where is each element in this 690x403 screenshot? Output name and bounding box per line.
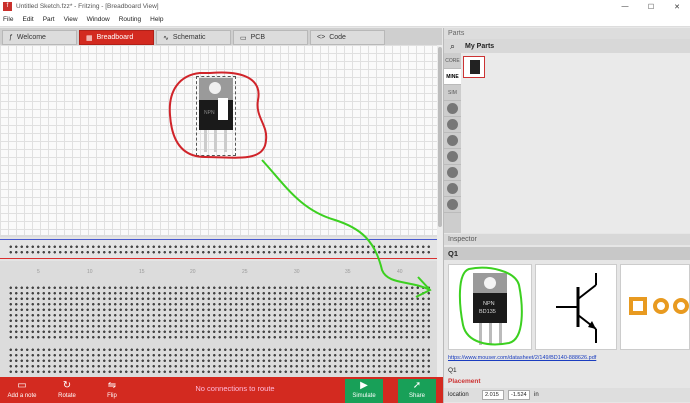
inspector-title-value: Q1 (448, 367, 457, 374)
share-icon: ➚ (412, 380, 422, 391)
more-bins-icon (447, 199, 458, 210)
snootlab-icon (447, 167, 458, 178)
add-note-button[interactable]: ▭ Add a note (0, 379, 44, 403)
breadboard-canvas[interactable]: NPN 5 10 15 20 25 30 35 40 (0, 45, 437, 377)
schematic-icon: ∿ (163, 34, 169, 42)
sparkfun-icon (447, 151, 458, 162)
location-y-input[interactable]: -1.524 (508, 390, 530, 400)
location-x-input[interactable]: 2.015 (482, 390, 504, 400)
preview-text-top: NPN (483, 301, 495, 307)
title-bar: f Untitled Sketch.fzz* - Fritzing - [Bre… (0, 0, 690, 13)
tab-label: PCB (250, 34, 266, 41)
tab-welcome[interactable]: ƒ Welcome (2, 30, 77, 45)
bin-mine[interactable]: MINE (444, 69, 461, 85)
parts-bin-tabs: CORE MINE SIM (444, 53, 461, 233)
play-icon: ▶ (360, 380, 368, 391)
adafruit-icon (447, 183, 458, 194)
power-rail-top (0, 237, 437, 261)
bottom-toolbar: ▭ Add a note ↻ Rotate ⇋ Flip No connections… (0, 377, 443, 403)
parts-bin-area (461, 53, 690, 233)
view-tab-bar: ƒ Welcome ▦ Breadboard ∿ Schematic ▭ PCB <> C… (0, 28, 442, 45)
bin-seeed[interactable] (444, 133, 461, 149)
parts-panel-header: Parts (444, 28, 690, 39)
rotate-button[interactable]: ↻ Rotate (45, 379, 89, 403)
transistor-part[interactable]: NPN (196, 76, 236, 156)
bin-snootlab[interactable] (444, 165, 461, 181)
breadboard-icon: ▦ (86, 34, 93, 42)
contrib-icon (447, 119, 458, 130)
close-button[interactable]: ✕ (664, 0, 690, 13)
tab-breadboard[interactable]: ▦ Breadboard (79, 30, 154, 45)
tab-label: Schematic (172, 34, 206, 41)
datasheet-link[interactable]: https://www.mouser.com/datasheet/2/149/B… (448, 355, 596, 361)
code-icon: <> (317, 34, 326, 41)
tab-label: Code (329, 34, 346, 41)
simulate-button[interactable]: ▶ Simulate (345, 379, 383, 403)
transistor-breadboard-image (458, 266, 523, 346)
bin-sim[interactable]: SIM (444, 85, 461, 101)
menu-edit[interactable]: Edit (22, 16, 33, 23)
routing-status-message: No connections to route (195, 384, 275, 393)
inspector-part-name: Q1 (444, 247, 690, 260)
welcome-icon: ƒ (9, 34, 13, 41)
inspector-header: Inspector (444, 234, 690, 245)
schematic-preview (535, 264, 617, 350)
bin-adafruit[interactable] (444, 181, 461, 197)
part-label: NPN (204, 110, 215, 116)
bin-sparkfun[interactable] (444, 149, 461, 165)
minimize-button[interactable]: — (612, 0, 638, 13)
window-title: Untitled Sketch.fzz* - Fritzing - [Bread… (16, 3, 159, 10)
pcb-icon: ▭ (240, 34, 247, 42)
tab-schematic[interactable]: ∿ Schematic (156, 30, 231, 45)
fritzing-logo-icon: f (3, 2, 12, 11)
menu-bar: File Edit Part View Window Routing Help (0, 13, 690, 27)
bin-arduino[interactable] (444, 101, 461, 117)
menu-window[interactable]: Window (87, 16, 110, 23)
part-thumbnail-transistor[interactable] (463, 56, 485, 78)
parts-bin-header: ⌕ My Parts (444, 39, 690, 53)
bin-core[interactable]: CORE (444, 53, 461, 69)
bin-title: My Parts (465, 42, 495, 50)
pcb-preview (620, 264, 690, 350)
breadboard[interactable]: 5 10 15 20 25 30 35 40 (0, 235, 437, 377)
bin-more[interactable] (444, 197, 461, 213)
arduino-icon (447, 103, 458, 114)
search-icon[interactable]: ⌕ (444, 41, 461, 52)
transistor-schematic-symbol (556, 273, 597, 343)
terminal-strip (8, 285, 433, 340)
flip-icon: ⇋ (107, 380, 117, 391)
note-icon: ▭ (17, 380, 27, 391)
rotate-icon: ↻ (62, 380, 72, 391)
location-unit-button[interactable]: in (534, 392, 539, 398)
menu-routing[interactable]: Routing (119, 16, 141, 23)
scrollbar-thumb[interactable] (438, 47, 442, 227)
menu-view[interactable]: View (64, 16, 78, 23)
location-row: location 2.015 -1.524 in (444, 388, 690, 402)
terminal-strip-lower (8, 347, 433, 375)
bin-contrib[interactable] (444, 117, 461, 133)
placement-section-label[interactable]: Placement (448, 378, 481, 385)
column-numbers: 5 10 15 20 25 30 35 40 (37, 269, 403, 275)
tab-label: Breadboard (96, 34, 134, 41)
right-dock: Parts ⌕ My Parts CORE MINE SIM Inspector… (443, 28, 690, 403)
preview-text-bottom: BD135 (479, 309, 496, 315)
menu-help[interactable]: Help (150, 16, 163, 23)
menu-file[interactable]: File (3, 16, 13, 23)
transistor-pcb-footprint (629, 297, 689, 315)
tab-code[interactable]: <> Code (310, 30, 385, 45)
tab-pcb[interactable]: ▭ PCB (233, 30, 308, 45)
location-label: location (448, 392, 469, 398)
menu-part[interactable]: Part (43, 16, 55, 23)
breadboard-preview: NPN BD135 (448, 264, 532, 350)
maximize-button[interactable]: ☐ (638, 0, 664, 13)
seeed-icon (447, 135, 458, 146)
flip-button[interactable]: ⇋ Flip (90, 379, 134, 403)
share-button[interactable]: ➚ Share (398, 379, 436, 403)
tab-label: Welcome (16, 34, 46, 41)
